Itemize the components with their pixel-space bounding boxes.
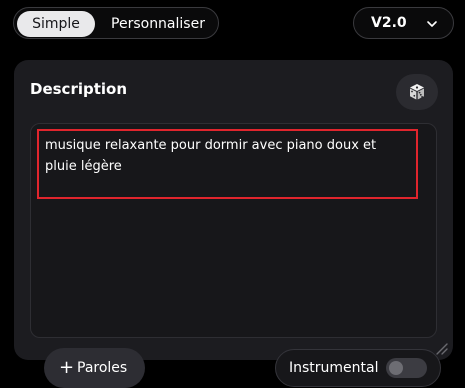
version-select[interactable]: V2.0: [353, 7, 454, 39]
random-prompt-button[interactable]: [396, 74, 438, 110]
instrumental-label: Instrumental: [289, 360, 379, 376]
plus-icon: +: [59, 357, 75, 378]
mode-toggle: Simple Personnaliser: [13, 7, 219, 39]
instrumental-toggle[interactable]: [386, 358, 427, 378]
chevron-down-icon: [427, 21, 437, 27]
description-input-box: musique relaxante pour dormir avec piano…: [30, 123, 441, 388]
description-panel: Description musique relaxante pour dormi…: [14, 60, 453, 388]
version-value: V2.0: [371, 15, 407, 31]
dice-icon: [410, 84, 424, 100]
add-lyrics-button[interactable]: + Paroles: [44, 348, 145, 388]
instrumental-control: Instrumental: [275, 349, 441, 387]
lyrics-button-label: Paroles: [77, 360, 128, 376]
description-textarea[interactable]: musique relaxante pour dormir avec piano…: [37, 129, 418, 199]
panel-title: Description: [30, 80, 128, 98]
mode-simple-button[interactable]: Simple: [17, 11, 95, 37]
mode-custom-button[interactable]: Personnaliser: [100, 11, 216, 37]
resize-handle-icon[interactable]: [435, 342, 448, 355]
